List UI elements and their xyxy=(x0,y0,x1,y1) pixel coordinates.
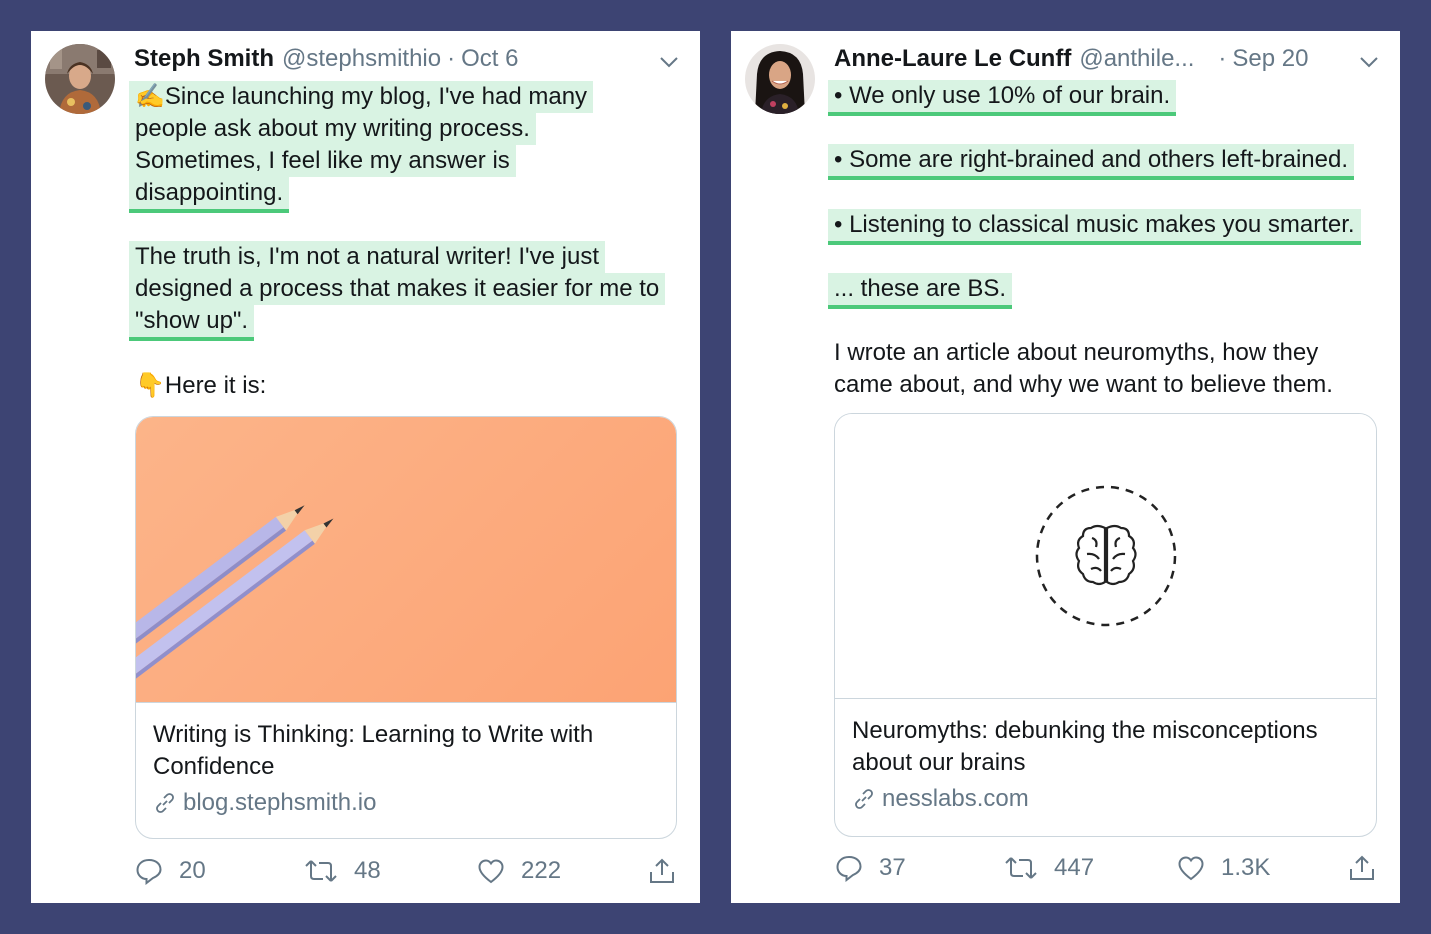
share-icon xyxy=(650,858,674,883)
card-domain-text: nesslabs.com xyxy=(882,785,1029,812)
share-icon xyxy=(1350,855,1374,880)
avatar[interactable] xyxy=(745,44,815,114)
retweet-count: 447 xyxy=(1054,854,1095,881)
tweet-body-line: came about, and why we want to believe t… xyxy=(834,371,1333,398)
tweet-text-line: ✍️Since launching my blog, I've had many xyxy=(129,81,594,113)
avatar[interactable] xyxy=(45,44,115,114)
author-name[interactable]: Steph Smith xyxy=(134,45,274,73)
link-card[interactable]: Neuromyths: debunking the misconceptions… xyxy=(834,413,1377,837)
author-name[interactable]: Anne-Laure Le Cunff xyxy=(834,45,1071,73)
tweet-text-line: The truth is, I'm not a natural writer! … xyxy=(129,241,606,273)
like-count: 1.3K xyxy=(1221,854,1271,881)
tweet-header: Steph Smith @stephsmithio · Oct 6 xyxy=(134,45,680,79)
reply-count: 20 xyxy=(179,857,206,884)
tweet-anne-laure: Anne-Laure Le Cunff @anthile... · Sep 20… xyxy=(731,31,1400,903)
card-title-line: Writing is Thinking: Learning to Write w… xyxy=(153,721,594,748)
author-handle[interactable]: @stephsmithio xyxy=(282,45,441,73)
tweet-text-line: people ask about my writing process. xyxy=(129,113,536,145)
card-image xyxy=(136,417,676,702)
tweet-bullet-line: ... these are BS. xyxy=(828,273,1013,309)
card-domain: nesslabs.com xyxy=(852,783,1029,815)
like-count: 222 xyxy=(521,857,562,884)
tweet-date[interactable]: Sep 20 xyxy=(1232,45,1308,73)
tweet-header: Anne-Laure Le Cunff @anthile... · Sep 20 xyxy=(834,45,1380,79)
reply-count: 37 xyxy=(879,854,906,881)
separator: · xyxy=(447,45,456,72)
like-icon xyxy=(1178,856,1204,881)
retweet-button[interactable]: 48 xyxy=(304,857,381,885)
chevron-down-icon[interactable] xyxy=(1358,51,1380,73)
reply-icon xyxy=(836,855,862,882)
retweet-icon xyxy=(1005,857,1037,879)
link-icon xyxy=(156,793,174,813)
tweet-text-line: designed a process that makes it easier … xyxy=(129,273,666,305)
link-card[interactable]: Writing is Thinking: Learning to Write w… xyxy=(135,416,677,839)
here-it-is-text: 👇Here it is: xyxy=(135,372,267,399)
like-button[interactable]: 1.3K xyxy=(1177,854,1270,882)
card-title-line: Neuromyths: debunking the misconceptions xyxy=(852,717,1318,744)
separator: · xyxy=(1218,45,1227,72)
tweet-text-line: Sometimes, I feel like my answer is xyxy=(129,145,516,177)
brain-icon xyxy=(1075,524,1137,586)
tweet-bullet-line: • Listening to classical music makes you… xyxy=(828,209,1361,245)
share-button[interactable] xyxy=(1348,854,1392,882)
reply-button[interactable]: 37 xyxy=(835,854,906,882)
card-title-line: about our brains xyxy=(852,749,1026,776)
card-domain: blog.stephsmith.io xyxy=(153,787,376,819)
like-icon xyxy=(478,859,504,884)
brain-illustration xyxy=(1035,485,1177,627)
author-handle[interactable]: @anthile... xyxy=(1079,45,1194,73)
chevron-down-icon[interactable] xyxy=(658,51,680,73)
tweet-steph-smith: Steph Smith @stephsmithio · Oct 6 ✍️Sinc… xyxy=(31,31,700,903)
card-divider xyxy=(835,698,1376,699)
reply-icon xyxy=(136,858,162,885)
card-title-line: Confidence xyxy=(153,753,275,780)
tweet-bullet-line: • Some are right-brained and others left… xyxy=(828,144,1355,180)
retweet-count: 48 xyxy=(354,857,381,884)
tweet-date[interactable]: Oct 6 xyxy=(461,45,518,73)
tweet-body-line: I wrote an article about neuromyths, how… xyxy=(834,339,1319,366)
tweet-text-line: "show up". xyxy=(129,305,255,341)
retweet-icon xyxy=(305,860,337,882)
retweet-button[interactable]: 447 xyxy=(1004,854,1094,882)
card-domain-text: blog.stephsmith.io xyxy=(183,789,377,816)
reply-button[interactable]: 20 xyxy=(135,857,206,885)
tweet-text-line: disappointing. xyxy=(129,177,290,213)
like-button[interactable]: 222 xyxy=(477,857,561,885)
pencils-illustration xyxy=(136,505,334,680)
card-image xyxy=(835,414,1376,698)
share-button[interactable] xyxy=(648,857,692,885)
card-divider xyxy=(136,702,676,703)
link-icon xyxy=(855,789,873,809)
tweet-bullet-line: • We only use 10% of our brain. xyxy=(828,80,1177,116)
